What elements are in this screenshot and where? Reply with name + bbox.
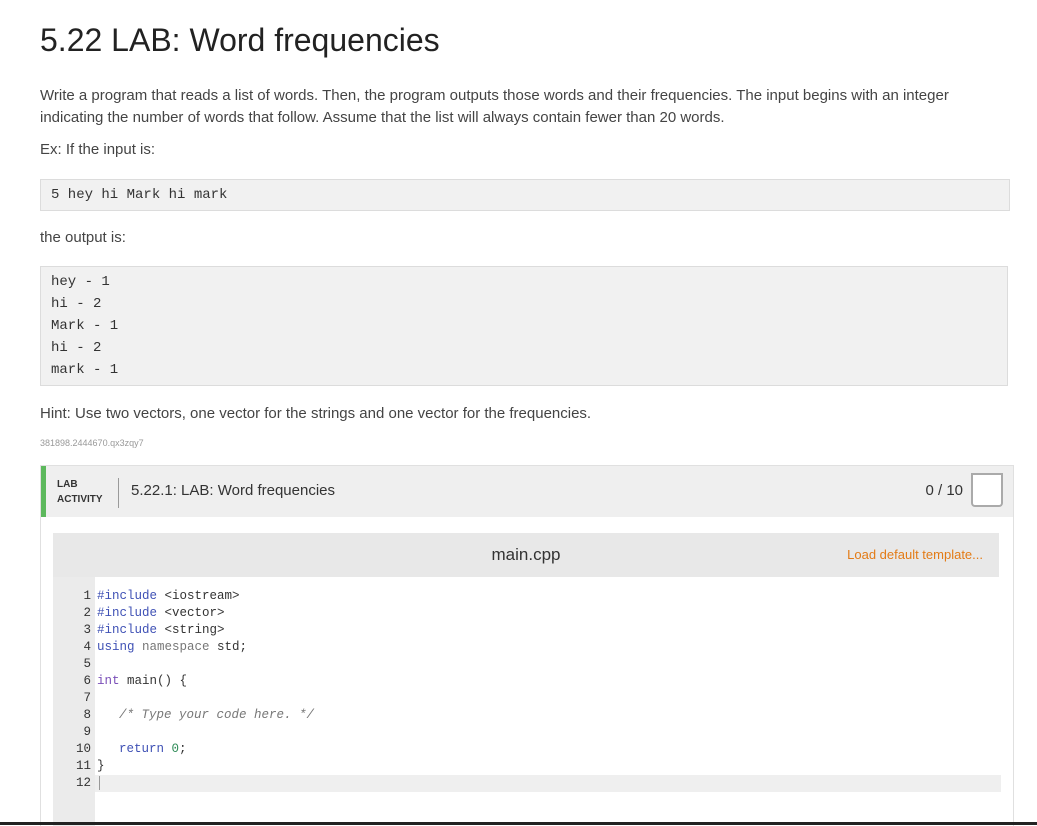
lab-title: 5.22.1: LAB: Word frequencies [131, 482, 336, 499]
example-output-box: hey - 1 hi - 2 Mark - 1 hi - 2 mark - 1 [40, 266, 1008, 386]
code-line-8: /* Type your code here. */ [119, 708, 315, 722]
line-number: 5 [83, 657, 91, 671]
lab-accent-bar [41, 466, 46, 517]
example-label: Ex: If the input is: [40, 141, 156, 158]
example-input-box: 5 hey hi Mark hi mark [40, 179, 1010, 211]
lab-tag-line-2: ACTIVITY [57, 494, 103, 505]
line-number: 7 [83, 691, 91, 705]
line-number: 8 [83, 708, 91, 722]
output-line: Mark - 1 [51, 318, 119, 334]
output-line: hey - 1 [51, 274, 110, 290]
line-number: 4 [83, 640, 91, 654]
code-line-12 [95, 775, 1001, 792]
hint-text: Hint: Use two vectors, one vector for th… [40, 405, 592, 422]
editor-header: main.cpp Load default template... [53, 533, 999, 577]
completion-badge-icon [971, 473, 1003, 507]
description: Write a program that reads a list of wor… [40, 85, 1000, 129]
code-line-10: return 0; [119, 742, 187, 756]
description-line-1: Write a program that reads a list of wor… [40, 87, 949, 104]
lab-activity: LAB ACTIVITY 5.22.1: LAB: Word frequenci… [40, 465, 1014, 826]
output-line: mark - 1 [51, 362, 119, 378]
lab-activity-tag: LAB ACTIVITY [57, 477, 103, 507]
load-default-template-link[interactable]: Load default template... [847, 547, 983, 562]
code-editor: main.cpp Load default template... 1 2 3 … [53, 533, 1001, 826]
page-title: 5.22 LAB: Word frequencies [40, 22, 440, 58]
code-line-6: int main() { [97, 674, 188, 688]
lab-separator [118, 478, 119, 508]
lab-header: LAB ACTIVITY 5.22.1: LAB: Word frequenci… [41, 466, 1013, 517]
line-number: 2 [83, 606, 91, 620]
line-number: 9 [83, 725, 91, 739]
line-number: 3 [83, 623, 91, 637]
code-line-3: #include <string> [97, 623, 225, 637]
code-input-area[interactable]: #include <iostream> #include <vector> #i… [95, 577, 1001, 826]
tracking-code: 381898.2444670.qx3zqy7 [40, 438, 144, 448]
output-label: the output is: [40, 229, 126, 246]
code-line-4: using namespace std; [97, 640, 248, 654]
description-line-2: indicating the number of words that foll… [40, 109, 725, 126]
output-line: hi - 2 [51, 296, 102, 312]
lab-tag-line-1: LAB [57, 479, 78, 490]
line-number: 1 [83, 589, 91, 603]
line-number-gutter: 1 2 3 4 5 6 7 8 9 10 11 12 [53, 577, 95, 826]
text-cursor [99, 775, 100, 790]
line-number: 11 [75, 759, 91, 773]
line-number: 6 [83, 674, 91, 688]
line-number: 12 [75, 776, 91, 790]
code-line-2: #include <vector> [97, 606, 225, 620]
output-line: hi - 2 [51, 340, 102, 356]
example-input: 5 hey hi Mark hi mark [51, 187, 228, 203]
line-number: 10 [75, 742, 91, 756]
code-line-1: #include <iostream> [97, 589, 240, 603]
lab-score: 0 / 10 [925, 482, 963, 499]
code-line-11: } [97, 759, 105, 773]
